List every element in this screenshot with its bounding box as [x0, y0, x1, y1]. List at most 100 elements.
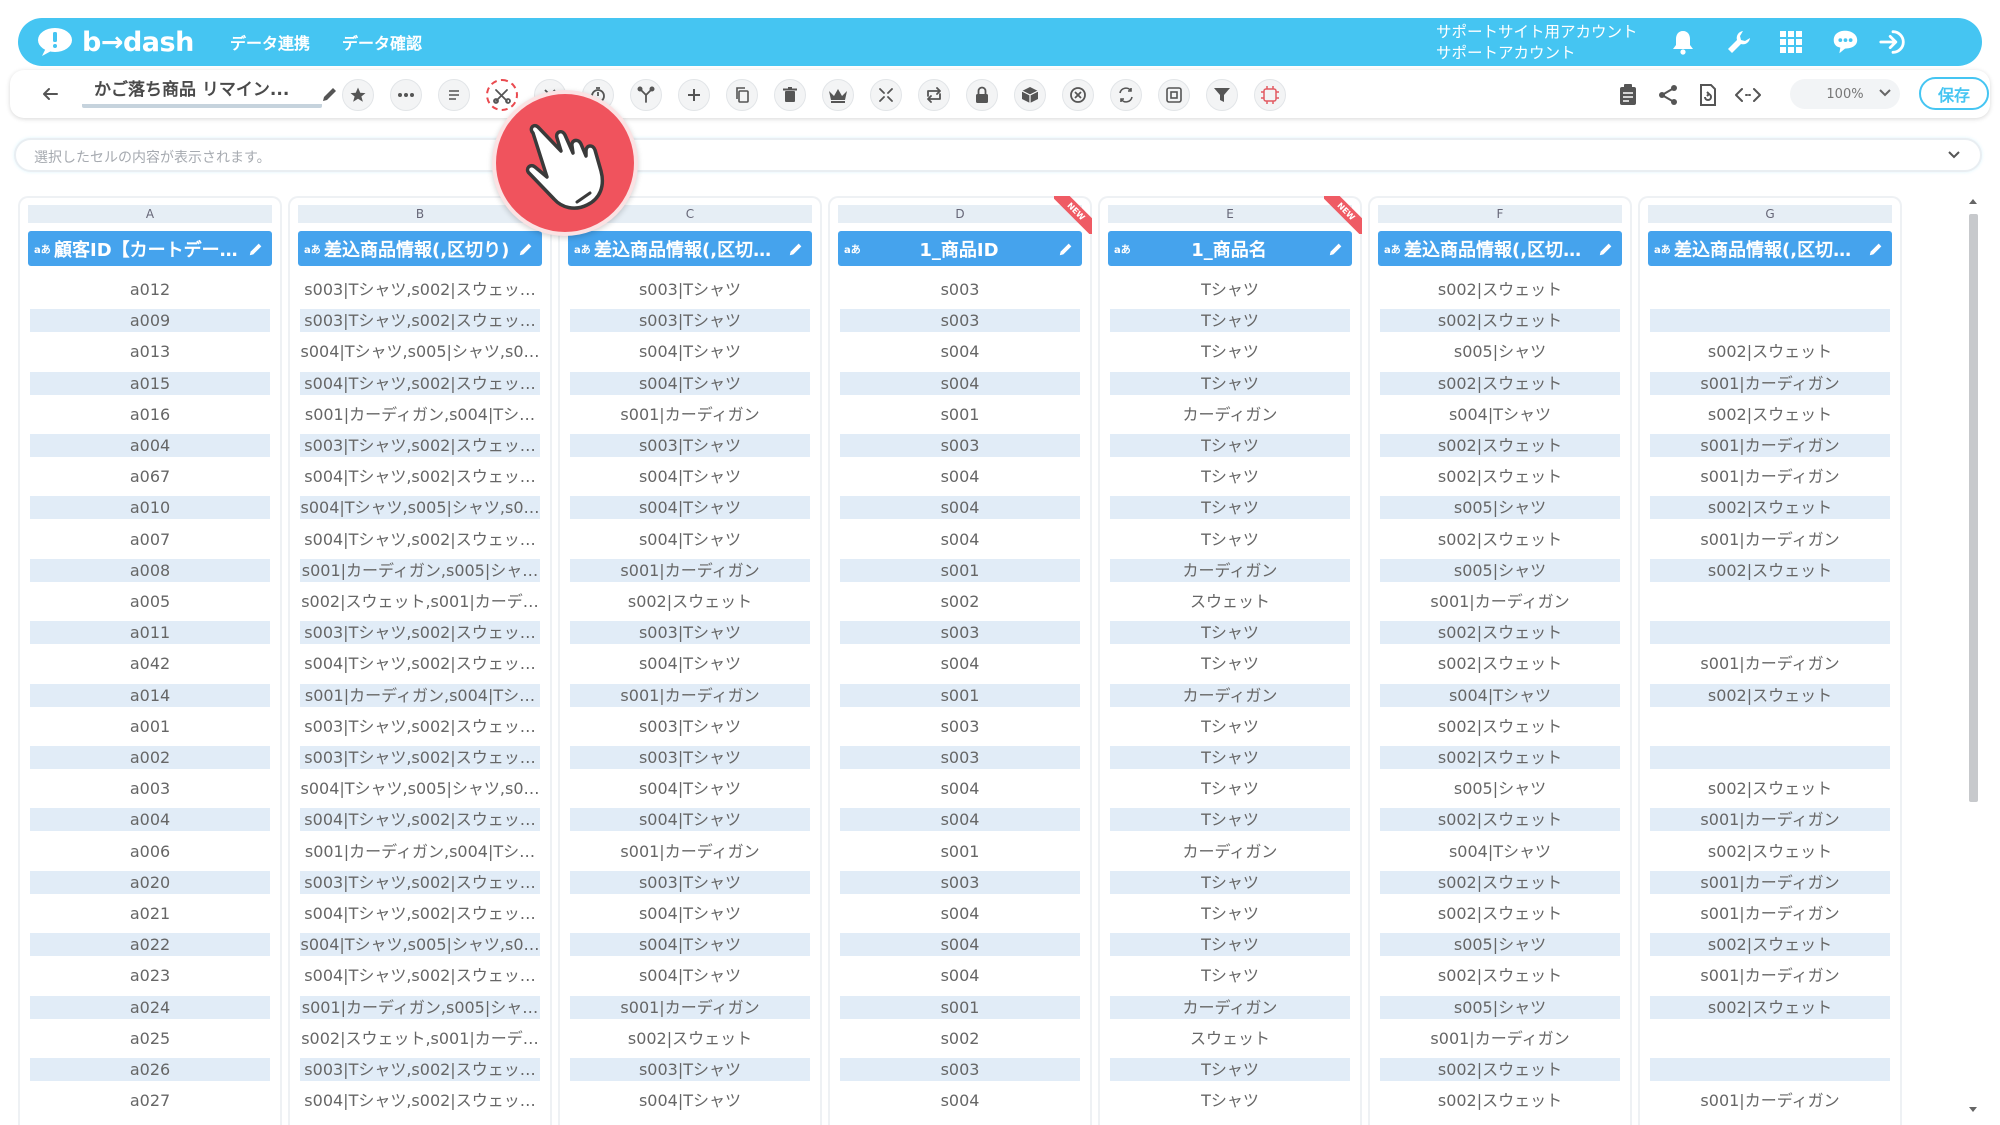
- table-cell[interactable]: Tシャツ: [1110, 465, 1350, 488]
- brand-logo[interactable]: b→dash: [36, 18, 196, 66]
- table-cell[interactable]: s004: [840, 340, 1080, 363]
- table-cell[interactable]: a004: [30, 808, 270, 832]
- table-cell[interactable]: s004: [840, 902, 1080, 925]
- table-cell[interactable]: s004|Tシャツ,s005|シャツ,s0…: [300, 933, 540, 957]
- table-cell[interactable]: s003: [840, 434, 1080, 457]
- table-cell[interactable]: s001|カーディガン: [1650, 808, 1890, 832]
- zoom-select[interactable]: 100%: [1790, 79, 1900, 109]
- table-cell[interactable]: s004: [840, 933, 1080, 957]
- table-cell[interactable]: Tシャツ: [1110, 528, 1350, 551]
- table-cell[interactable]: [1650, 746, 1890, 769]
- table-cell[interactable]: s002|スウェット: [1380, 652, 1620, 675]
- clear-icon[interactable]: [1062, 79, 1094, 111]
- table-cell[interactable]: s001|カーディガン,s005|シャ…: [300, 995, 540, 1019]
- table-cell[interactable]: Tシャツ: [1110, 808, 1350, 832]
- table-cell[interactable]: Tシャツ: [1110, 902, 1350, 925]
- crown-icon[interactable]: [822, 79, 854, 111]
- column-letter[interactable]: D: [838, 205, 1082, 223]
- table-cell[interactable]: s002|スウェット: [1650, 496, 1890, 520]
- table-cell[interactable]: s003|Tシャツ,s002|スウェッ…: [300, 309, 540, 333]
- split-column-icon[interactable]: [486, 79, 518, 111]
- table-cell[interactable]: s005|シャツ: [1380, 340, 1620, 363]
- column-letter[interactable]: B: [298, 205, 542, 223]
- pencil-icon[interactable]: [784, 241, 808, 257]
- table-cell[interactable]: s004: [840, 528, 1080, 551]
- more-icon[interactable]: [390, 79, 422, 111]
- table-cell[interactable]: s004|Tシャツ,s002|スウェッ…: [300, 808, 540, 832]
- table-cell[interactable]: Tシャツ: [1110, 652, 1350, 675]
- table-cell[interactable]: s004: [840, 652, 1080, 675]
- table-cell[interactable]: s003|Tシャツ: [570, 434, 810, 457]
- table-cell[interactable]: s004|Tシャツ: [570, 964, 810, 987]
- table-cell[interactable]: a021: [30, 902, 270, 925]
- table-cell[interactable]: a008: [30, 558, 270, 582]
- table-cell[interactable]: s003|Tシャツ: [570, 715, 810, 738]
- table-cell[interactable]: s004|Tシャツ: [1380, 840, 1620, 863]
- pencil-icon[interactable]: [1864, 241, 1888, 257]
- table-cell[interactable]: カーディガン: [1110, 683, 1350, 707]
- column-header[interactable]: aあ 差込商品情報(,区切り): [298, 231, 542, 266]
- table-cell[interactable]: a027: [30, 1089, 270, 1112]
- table-cell[interactable]: [1650, 590, 1890, 613]
- table-cell[interactable]: [1650, 309, 1890, 333]
- scroll-down-icon[interactable]: [1969, 1105, 1977, 1113]
- table-cell[interactable]: a023: [30, 964, 270, 987]
- table-cell[interactable]: s003|Tシャツ: [570, 1058, 810, 1081]
- table-cell[interactable]: s001|カーディガン: [1650, 371, 1890, 395]
- filter-icon[interactable]: [1206, 79, 1238, 111]
- table-cell[interactable]: s004|Tシャツ: [570, 496, 810, 520]
- table-cell[interactable]: s004|Tシャツ: [570, 340, 810, 363]
- table-cell[interactable]: s005|シャツ: [1380, 496, 1620, 520]
- table-cell[interactable]: a010: [30, 496, 270, 520]
- table-cell[interactable]: [1650, 1058, 1890, 1081]
- table-cell[interactable]: a001: [30, 715, 270, 738]
- table-cell[interactable]: s003: [840, 309, 1080, 333]
- table-cell[interactable]: s004|Tシャツ,s002|スウェッ…: [300, 465, 540, 488]
- table-cell[interactable]: a003: [30, 777, 270, 800]
- column-header[interactable]: aあ 1_商品ID: [838, 231, 1082, 266]
- file-title-field[interactable]: かご落ち商品 リマイン...: [82, 78, 322, 108]
- frame-icon[interactable]: [1158, 79, 1190, 111]
- table-cell[interactable]: Tシャツ: [1110, 746, 1350, 769]
- table-cell[interactable]: s004: [840, 496, 1080, 520]
- table-cell[interactable]: s001|カーディガン: [1650, 870, 1890, 894]
- table-cell[interactable]: s002|スウェット: [1650, 340, 1890, 363]
- table-cell[interactable]: Tシャツ: [1110, 496, 1350, 520]
- table-cell[interactable]: s002|スウェット,s001|カーデ…: [300, 590, 540, 613]
- table-cell[interactable]: s004|Tシャツ: [570, 465, 810, 488]
- back-arrow-icon[interactable]: [38, 82, 62, 106]
- bell-icon[interactable]: [1668, 27, 1698, 57]
- logout-icon[interactable]: [1878, 27, 1908, 57]
- table-cell[interactable]: a002: [30, 746, 270, 769]
- table-cell[interactable]: s005|シャツ: [1380, 777, 1620, 800]
- table-cell[interactable]: s003: [840, 715, 1080, 738]
- table-cell[interactable]: s001|カーディガン,s005|シャ…: [300, 558, 540, 582]
- table-cell[interactable]: s004|Tシャツ,s005|シャツ,s0…: [300, 340, 540, 363]
- table-cell[interactable]: Tシャツ: [1110, 1058, 1350, 1081]
- apps-grid-icon[interactable]: [1776, 27, 1806, 57]
- table-cell[interactable]: s002|スウェット: [1650, 558, 1890, 582]
- table-cell[interactable]: s004: [840, 1089, 1080, 1112]
- nav-data-integration[interactable]: データ連携: [230, 30, 310, 54]
- table-cell[interactable]: s004: [840, 808, 1080, 832]
- swap-icon[interactable]: [918, 79, 950, 111]
- table-cell[interactable]: a026: [30, 1058, 270, 1081]
- wrench-icon[interactable]: [1724, 27, 1754, 57]
- table-cell[interactable]: s005|シャツ: [1380, 558, 1620, 582]
- ai-icon[interactable]: [1254, 79, 1286, 111]
- table-cell[interactable]: s002|スウェット: [1380, 1058, 1620, 1081]
- table-cell[interactable]: s003|Tシャツ: [570, 278, 810, 301]
- table-cell[interactable]: s001|カーディガン: [1650, 964, 1890, 987]
- table-cell[interactable]: スウェット: [1110, 590, 1350, 613]
- table-cell[interactable]: s004|Tシャツ: [570, 933, 810, 957]
- package-icon[interactable]: [1014, 79, 1046, 111]
- table-cell[interactable]: s004: [840, 371, 1080, 395]
- table-cell[interactable]: スウェット: [1110, 1027, 1350, 1050]
- chat-support-icon[interactable]: [1830, 27, 1860, 57]
- table-cell[interactable]: s002|スウェット: [1380, 309, 1620, 333]
- table-cell[interactable]: s002|スウェット: [1650, 933, 1890, 957]
- table-cell[interactable]: s001|カーディガン,s004|Tシ…: [300, 683, 540, 707]
- table-cell[interactable]: s002|スウェット: [1650, 403, 1890, 426]
- table-cell[interactable]: a011: [30, 621, 270, 645]
- column-header[interactable]: aあ 差込商品情報(,区切…: [568, 231, 812, 266]
